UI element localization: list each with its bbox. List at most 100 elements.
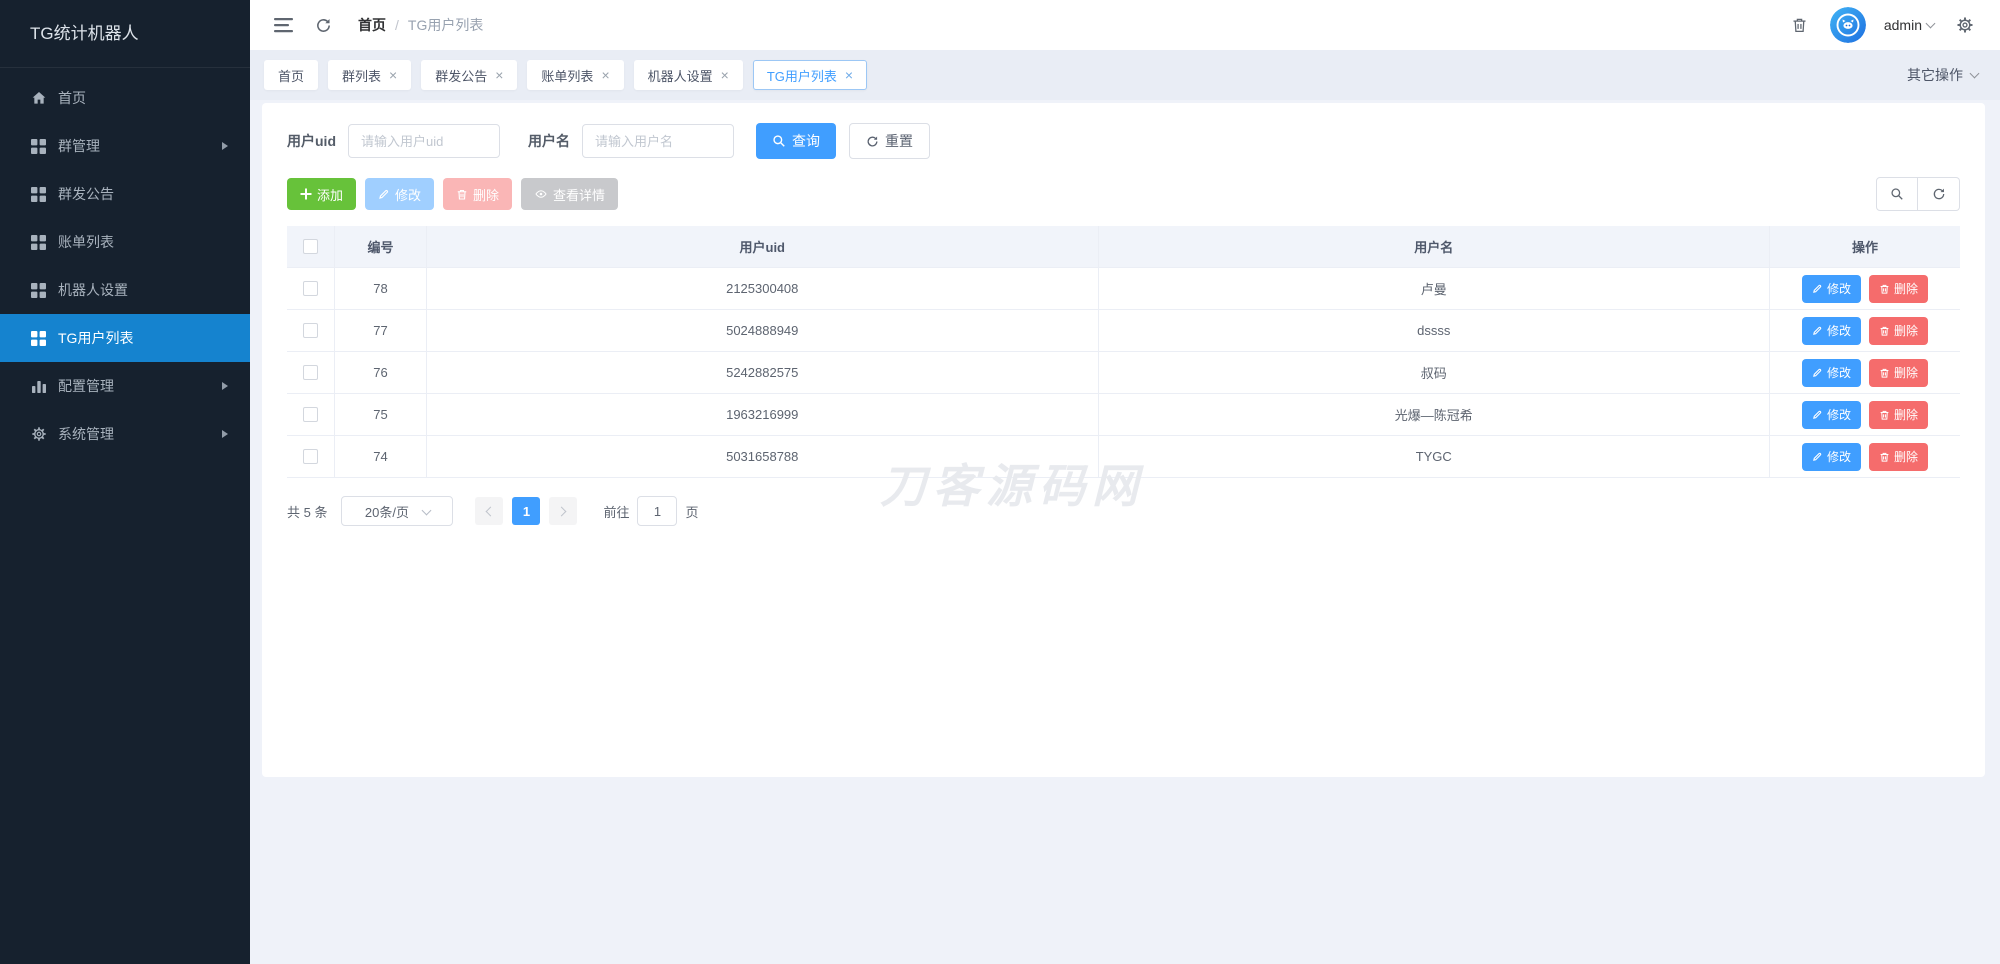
sidebar-item-label: 账单列表 xyxy=(58,232,114,252)
table-row: 78 2125300408 卢曼 修改 删除 xyxy=(287,268,1960,310)
submenu-arrow-icon xyxy=(222,430,228,438)
user-menu[interactable]: admin xyxy=(1884,17,1934,33)
topbar-right: admin xyxy=(1787,7,1978,43)
tab-broadcast[interactable]: 群发公告 × xyxy=(421,60,517,90)
row-checkbox[interactable] xyxy=(303,449,318,464)
row-delete-button[interactable]: 删除 xyxy=(1869,359,1928,387)
row-edit-button[interactable]: 修改 xyxy=(1802,443,1861,471)
row-edit-label: 修改 xyxy=(1827,448,1851,465)
tab-bill-list[interactable]: 账单列表 × xyxy=(527,60,623,90)
table-mini-buttons xyxy=(1876,177,1960,211)
row-edit-button[interactable]: 修改 xyxy=(1802,359,1861,387)
grid-icon xyxy=(30,186,47,203)
delete-button[interactable]: 删除 xyxy=(443,178,512,210)
table-row: 76 5242882575 叔码 修改 删除 xyxy=(287,352,1960,394)
collapse-sidebar-button[interactable] xyxy=(270,13,297,37)
tab-label: 机器人设置 xyxy=(648,66,713,85)
more-operations-dropdown[interactable]: 其它操作 xyxy=(1907,65,1984,85)
pen-icon xyxy=(1812,367,1823,378)
row-edit-button[interactable]: 修改 xyxy=(1802,401,1861,429)
search-button[interactable]: 查询 xyxy=(756,123,836,159)
row-checkbox[interactable] xyxy=(303,281,318,296)
app-root: TG统计机器人 首页 群管理 群发公告 xyxy=(0,0,2000,964)
tab-group-list[interactable]: 群列表 × xyxy=(328,60,411,90)
tab-label: 群列表 xyxy=(342,66,381,85)
sidebar-item-home[interactable]: 首页 xyxy=(0,74,250,122)
edit-button[interactable]: 修改 xyxy=(365,178,434,210)
row-edit-button[interactable]: 修改 xyxy=(1802,317,1861,345)
row-checkbox[interactable] xyxy=(303,323,318,338)
select-all-checkbox[interactable] xyxy=(303,239,318,254)
sidebar-item-group-mgmt[interactable]: 群管理 xyxy=(0,122,250,170)
content-area: 用户uid 用户名 查询 重置 xyxy=(250,100,2000,964)
next-page-button[interactable] xyxy=(549,497,577,525)
row-delete-label: 删除 xyxy=(1894,322,1918,339)
close-tab-icon[interactable]: × xyxy=(721,68,729,82)
view-detail-button[interactable]: 查看详情 xyxy=(521,178,618,210)
gear-icon xyxy=(1956,16,1974,34)
tab-robot-settings[interactable]: 机器人设置 × xyxy=(634,60,743,90)
breadcrumb-separator: / xyxy=(395,17,399,33)
sidebar-item-config-mgmt[interactable]: 配置管理 xyxy=(0,362,250,410)
cell-id: 76 xyxy=(335,352,427,393)
breadcrumb-root[interactable]: 首页 xyxy=(358,15,386,35)
table-row: 77 5024888949 dssss 修改 删除 xyxy=(287,310,1960,352)
header-uid: 用户uid xyxy=(427,226,1099,267)
reset-button[interactable]: 重置 xyxy=(849,123,930,159)
chevron-right-icon xyxy=(557,506,567,516)
sidebar-item-robot-settings[interactable]: 机器人设置 xyxy=(0,266,250,314)
refresh-icon xyxy=(315,17,332,34)
trash-button[interactable] xyxy=(1787,12,1812,38)
table-refresh-button[interactable] xyxy=(1918,177,1960,211)
grid-icon xyxy=(30,138,47,155)
page-size-select[interactable]: 20条/页 xyxy=(341,496,453,526)
close-tab-icon[interactable]: × xyxy=(389,68,397,82)
search-icon xyxy=(772,134,786,148)
add-button[interactable]: 添加 xyxy=(287,178,356,210)
row-checkbox[interactable] xyxy=(303,407,318,422)
close-tab-icon[interactable]: × xyxy=(495,68,503,82)
row-delete-button[interactable]: 删除 xyxy=(1869,275,1928,303)
row-delete-button[interactable]: 删除 xyxy=(1869,443,1928,471)
current-page-button[interactable]: 1 xyxy=(512,497,540,525)
cell-uid: 2125300408 xyxy=(427,268,1099,309)
settings-button[interactable] xyxy=(1952,12,1978,38)
username-label: admin xyxy=(1884,17,1922,33)
sidebar-item-label: TG用户列表 xyxy=(58,328,133,348)
row-edit-button[interactable]: 修改 xyxy=(1802,275,1861,303)
app-title: TG统计机器人 xyxy=(0,0,250,68)
cell-uid: 5242882575 xyxy=(427,352,1099,393)
cell-username: 卢曼 xyxy=(1099,268,1771,309)
prev-page-button[interactable] xyxy=(475,497,503,525)
sidebar-item-tg-user-list[interactable]: TG用户列表 xyxy=(0,314,250,362)
edit-button-label: 修改 xyxy=(395,185,421,204)
row-delete-button[interactable]: 删除 xyxy=(1869,401,1928,429)
tab-tg-user-list[interactable]: TG用户列表 × xyxy=(753,60,867,90)
tabs-bar: 首页 群列表 × 群发公告 × 账单列表 × 机器人设置 × TG用户列表 × xyxy=(250,50,2000,100)
avatar[interactable] xyxy=(1830,7,1866,43)
goto-label: 前往 xyxy=(603,502,629,521)
sidebar-item-bill-list[interactable]: 账单列表 xyxy=(0,218,250,266)
sidebar-item-broadcast[interactable]: 群发公告 xyxy=(0,170,250,218)
bar-chart-icon xyxy=(30,378,47,395)
row-checkbox[interactable] xyxy=(303,365,318,380)
refresh-page-button[interactable] xyxy=(311,13,336,38)
name-input[interactable] xyxy=(582,124,734,158)
uid-input[interactable] xyxy=(348,124,500,158)
row-delete-button[interactable]: 删除 xyxy=(1869,317,1928,345)
grid-icon xyxy=(30,282,47,299)
table-search-button[interactable] xyxy=(1876,177,1918,211)
trash-icon xyxy=(1879,283,1890,295)
cell-username: 叔码 xyxy=(1099,352,1771,393)
cell-uid: 5031658788 xyxy=(427,436,1099,477)
row-delete-label: 删除 xyxy=(1894,280,1918,297)
tab-label: TG用户列表 xyxy=(767,66,837,85)
submenu-arrow-icon xyxy=(222,142,228,150)
cell-username: TYGC xyxy=(1099,436,1771,477)
close-tab-icon[interactable]: × xyxy=(601,68,609,82)
tab-home[interactable]: 首页 xyxy=(264,60,318,90)
close-tab-icon[interactable]: × xyxy=(845,68,853,82)
cell-id: 74 xyxy=(335,436,427,477)
goto-page-input[interactable] xyxy=(637,496,677,526)
sidebar-item-system-mgmt[interactable]: 系统管理 xyxy=(0,410,250,458)
